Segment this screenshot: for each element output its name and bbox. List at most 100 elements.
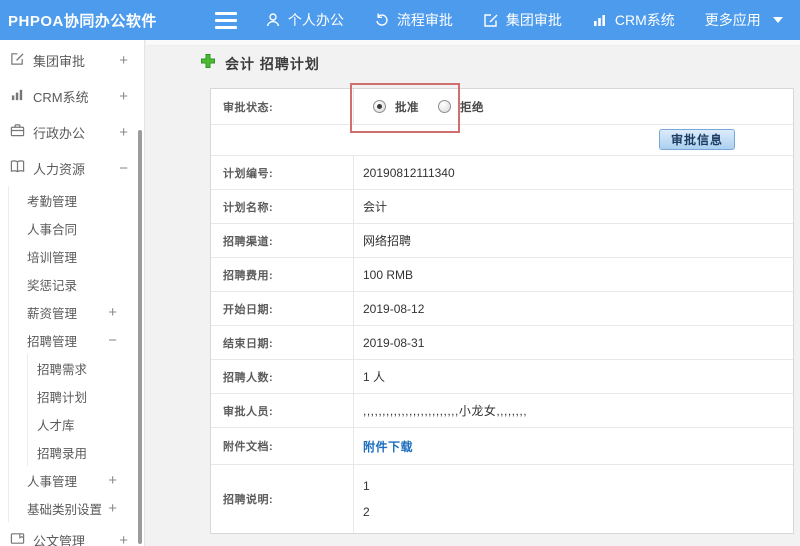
- sidebar-item-attendance[interactable]: 考勤管理: [9, 186, 144, 214]
- top-nav: 个人办公 流程审批 集团审批 CRM系统 更多应用: [265, 10, 783, 30]
- sidebar-item-group-approval[interactable]: 集团审批 +: [0, 42, 144, 78]
- refresh-icon: [374, 12, 390, 28]
- field-label: 开始日期:: [211, 292, 354, 325]
- approval-status-value: 批准 拒绝: [354, 89, 793, 124]
- sidebar-item-salary[interactable]: 薪资管理 +: [9, 298, 144, 326]
- expand-toggle[interactable]: +: [108, 500, 117, 517]
- table-row: 计划名称: 会计: [211, 190, 793, 224]
- hr-submenu: 考勤管理 人事合同 培训管理 奖惩记录 薪资管理 + 招聘管理 − 招聘需求 招聘计…: [8, 186, 144, 522]
- sidebar-item-recruit-plan[interactable]: 招聘计划: [28, 382, 144, 410]
- hamburger-menu-icon[interactable]: [214, 11, 237, 29]
- expand-toggle[interactable]: +: [119, 52, 128, 69]
- sidebar-item-label: 招聘需求: [37, 362, 88, 377]
- caret-down-icon[interactable]: [772, 17, 783, 23]
- field-value: 2019-08-31: [363, 335, 425, 350]
- field-value: 100 RMB: [363, 267, 414, 282]
- sidebar-item-label: 人事管理: [27, 474, 78, 489]
- expand-toggle[interactable]: +: [119, 88, 128, 105]
- recruit-plan-form: 审批状态: 批准 拒绝 审批信息 计划编号: 20190812111340 计划…: [210, 88, 794, 534]
- table-row: 计划编号: 20190812111340: [211, 156, 793, 190]
- sidebar-item-label: 奖惩记录: [27, 278, 78, 293]
- nav-more-apps[interactable]: 更多应用: [705, 10, 761, 30]
- nav-label: 流程审批: [396, 12, 453, 28]
- sidebar-item-personnel-mgmt[interactable]: 人事管理 +: [9, 466, 144, 494]
- field-label: 计划编号:: [211, 156, 354, 189]
- sidebar-item-crm[interactable]: CRM系统 +: [0, 78, 144, 114]
- sidebar-item-label: CRM系统: [33, 89, 89, 105]
- sidebar-item-recruit-demand[interactable]: 招聘需求: [28, 354, 144, 382]
- field-label: 招聘渠道:: [211, 224, 354, 257]
- field-value: 20190812111340: [363, 165, 455, 180]
- sidebar-item-official-docs[interactable]: 公文管理 +: [0, 522, 144, 546]
- expand-toggle[interactable]: +: [108, 472, 117, 489]
- sidebar-scrollbar[interactable]: [138, 130, 142, 544]
- sidebar-item-label: 行政办公: [33, 125, 86, 141]
- approval-radio-0[interactable]: [373, 100, 386, 113]
- field-value: 1 人: [363, 370, 386, 384]
- sidebar-item-label: 人力资源: [33, 161, 86, 177]
- expand-toggle[interactable]: −: [108, 332, 117, 349]
- nav-crm-system[interactable]: CRM系统: [592, 10, 675, 30]
- field-value: 会计: [363, 200, 388, 214]
- field-label: 附件文档:: [211, 428, 354, 464]
- nav-label: 更多应用: [704, 12, 761, 28]
- table-row: 招聘费用: 100 RMB: [211, 258, 793, 292]
- nav-label: CRM系统: [614, 12, 675, 28]
- sidebar-item-hr-contract[interactable]: 人事合同: [9, 214, 144, 242]
- field-label: 招聘人数:: [211, 360, 354, 393]
- field-label: 审批人员:: [211, 394, 354, 427]
- reject-option-label: 拒绝: [460, 101, 484, 114]
- approval-status-row: 审批状态: 批准 拒绝: [211, 89, 793, 125]
- approve-option-label: 批准: [395, 101, 419, 114]
- field-label: 计划名称:: [211, 190, 354, 223]
- field-label: 招聘费用:: [211, 258, 354, 291]
- field-label: 招聘说明:: [211, 465, 354, 533]
- document-icon: [10, 531, 25, 546]
- sidebar-item-admin-office[interactable]: 行政办公 +: [0, 114, 144, 150]
- user-icon: [265, 12, 281, 28]
- sidebar-item-label: 招聘管理: [27, 334, 78, 349]
- edit-square-icon: [10, 51, 25, 69]
- content-top-strip: [146, 40, 800, 46]
- nav-personal-office[interactable]: 个人办公: [265, 10, 344, 30]
- top-header: PHPOA协同办公软件 个人办公 流程审批 集团审批 CRM系统 更多应用: [0, 0, 800, 40]
- approval-radio-group: 批准 拒绝: [363, 99, 484, 115]
- sidebar-item-label: 集团审批: [33, 53, 86, 69]
- page-title-text: 会计 招聘计划: [225, 55, 320, 72]
- field-value: 网络招聘: [363, 234, 412, 248]
- expand-toggle[interactable]: +: [108, 304, 117, 321]
- sidebar-item-label: 公文管理: [33, 533, 86, 546]
- sidebar-item-training[interactable]: 培训管理: [9, 242, 144, 270]
- nav-label: 个人办公: [287, 12, 344, 28]
- table-row: 开始日期: 2019-08-12: [211, 292, 793, 326]
- add-plus-icon[interactable]: [200, 53, 216, 74]
- sidebar-item-recruit-hire[interactable]: 招聘录用: [28, 438, 144, 466]
- description-line: 2: [363, 505, 370, 519]
- sidebar: 集团审批 + CRM系统 + 行政办公 + 人力资源 − 考勤管理 人事合同 培…: [0, 40, 145, 546]
- nav-workflow-approval[interactable]: 流程审批: [374, 10, 453, 30]
- sidebar-item-label: 人才库: [37, 418, 75, 433]
- expand-toggle[interactable]: +: [119, 124, 128, 141]
- expand-toggle[interactable]: −: [119, 160, 128, 177]
- field-label: 结束日期:: [211, 326, 354, 359]
- sidebar-item-human-resources[interactable]: 人力资源 −: [0, 150, 144, 186]
- expand-toggle[interactable]: +: [119, 532, 128, 546]
- sidebar-item-talent-pool[interactable]: 人才库: [28, 410, 144, 438]
- sidebar-item-rewards[interactable]: 奖惩记录: [9, 270, 144, 298]
- approval-radio-1[interactable]: [438, 100, 451, 113]
- attachment-row: 附件文档: 附件下载: [211, 428, 793, 465]
- nav-group-approval[interactable]: 集团审批: [483, 10, 562, 30]
- sidebar-item-label: 考勤管理: [27, 194, 78, 209]
- sidebar-item-label: 招聘计划: [37, 390, 88, 405]
- attachment-download-link[interactable]: 附件下载: [363, 438, 413, 455]
- description-row: 招聘说明: 1 2: [211, 465, 793, 533]
- approval-info-button[interactable]: 审批信息: [658, 129, 735, 150]
- briefcase-icon: [10, 123, 25, 141]
- bar-chart-icon: [592, 12, 608, 28]
- sidebar-item-label: 招聘录用: [37, 446, 88, 461]
- sidebar-item-recruit-mgmt[interactable]: 招聘管理 −: [9, 326, 144, 354]
- sidebar-item-base-category[interactable]: 基础类别设置 +: [9, 494, 144, 522]
- bar-chart-icon: [10, 87, 25, 105]
- table-row: 招聘人数: 1 人: [211, 360, 793, 394]
- field-value: ,,,,,,,,,,,,,,,,,,,,,,,,,小龙女,,,,,,,,: [363, 404, 528, 418]
